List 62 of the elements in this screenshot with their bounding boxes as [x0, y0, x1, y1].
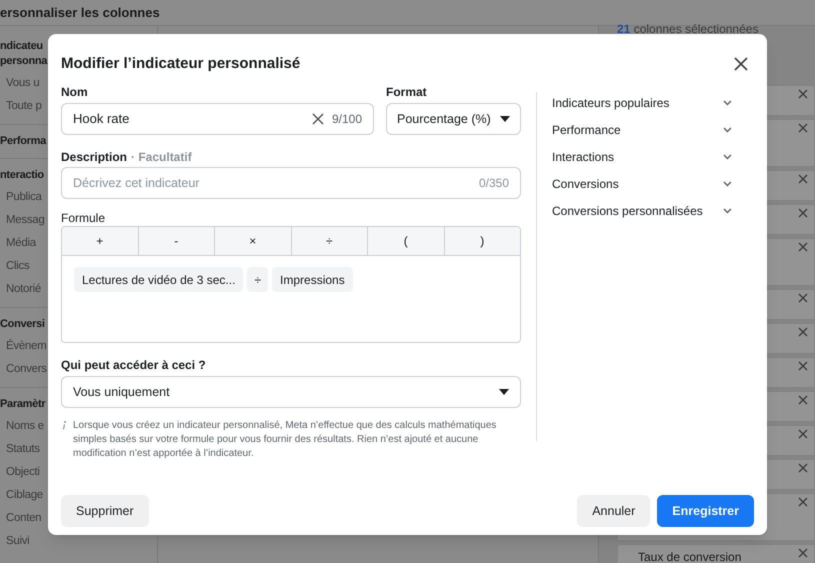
field-label: Qui peut accéder à ceci ? — [61, 357, 207, 374]
remove-icon[interactable] — [798, 123, 808, 133]
column-label: Taux de conversion — [638, 549, 742, 563]
chevron-down-icon — [723, 126, 732, 132]
remove-icon[interactable] — [798, 174, 808, 184]
chevron-down-icon — [723, 154, 732, 160]
category-dropdown[interactable]: Performance — [552, 116, 732, 143]
remove-icon[interactable] — [798, 429, 808, 439]
description-input[interactable]: Décrivez cet indicateur — [73, 174, 479, 192]
operator-button[interactable]: ) — [444, 227, 520, 255]
field-label: Formule — [61, 210, 106, 226]
chevron-down-icon — [723, 180, 732, 186]
field-label: Description — [61, 149, 128, 166]
category-dropdown[interactable]: Indicateurs populaires — [552, 89, 732, 116]
character-counter: 9/100 — [332, 111, 362, 128]
sidebar-heading[interactable]: Paramètr — [0, 394, 46, 415]
category-dropdown[interactable]: Conversions — [552, 170, 732, 197]
chevron-down-icon — [723, 100, 732, 106]
sidebar-heading[interactable]: nteractio — [0, 165, 46, 186]
sidebar-heading[interactable]: ndicateu personna — [0, 36, 46, 72]
metric-chip[interactable]: Impressions — [272, 267, 353, 292]
dialog-title: Modifier l’indicateur personnalisé — [61, 54, 300, 74]
remove-icon[interactable] — [798, 497, 808, 507]
remove-icon[interactable] — [798, 548, 808, 558]
remove-icon[interactable] — [798, 395, 808, 405]
dropdown-arrow-icon — [500, 116, 510, 122]
remove-icon[interactable] — [798, 242, 808, 252]
operator-button[interactable]: × — [214, 227, 290, 255]
operator-chip[interactable]: ÷ — [247, 267, 268, 292]
clear-icon[interactable] — [312, 113, 324, 125]
category-dropdown[interactable]: Conversions personnalisées — [552, 197, 732, 224]
remove-icon[interactable] — [798, 361, 808, 371]
delete-button[interactable]: Supprimer — [61, 495, 149, 527]
cancel-button[interactable]: Annuler — [577, 495, 650, 527]
remove-icon[interactable] — [798, 293, 808, 303]
format-dropdown[interactable]: Pourcentage (%) — [386, 103, 521, 135]
remove-icon[interactable] — [798, 463, 808, 473]
sidebar-heading[interactable]: Performa — [0, 131, 46, 152]
remove-icon[interactable] — [798, 89, 808, 99]
operator-button[interactable]: ( — [367, 227, 444, 255]
field-label: Format — [386, 84, 428, 101]
operator-button[interactable]: + — [62, 227, 138, 255]
save-button[interactable]: Enregistrer — [657, 495, 754, 527]
close-icon — [734, 57, 748, 71]
chevron-down-icon — [723, 208, 732, 214]
optional-hint: · Facultatif — [131, 149, 192, 166]
remove-icon[interactable] — [798, 208, 808, 218]
name-field[interactable]: Hook rate 9/100 — [61, 103, 374, 135]
page-title: ersonnaliser les colonnes — [0, 4, 160, 22]
info-text: Lorsque vous créez un indicateur personnalisé, Meta n’effectue que des calculs mathématiques simples basés sur votre formule pour vous fournir des résultats. Rien n’est ajouté et aucune modification n’est apportée à l’indicateur. — [73, 419, 498, 461]
info-icon — [62, 421, 67, 430]
operator-button[interactable]: ÷ — [290, 227, 367, 255]
operator-button[interactable]: - — [138, 227, 214, 255]
metric-chip[interactable]: Lectures de vidéo de 3 sec... — [74, 267, 244, 292]
character-counter: 0/350 — [478, 175, 509, 192]
access-dropdown[interactable]: Vous uniquement — [61, 376, 521, 408]
sidebar-heading[interactable]: Conversi — [0, 314, 46, 335]
field-label: Nom — [61, 84, 89, 101]
category-dropdown[interactable]: Interactions — [552, 143, 732, 170]
remove-icon[interactable] — [798, 327, 808, 337]
selected-count-text: 21 colonnes sélectionnées — [617, 22, 758, 36]
dropdown-arrow-icon — [499, 389, 509, 395]
